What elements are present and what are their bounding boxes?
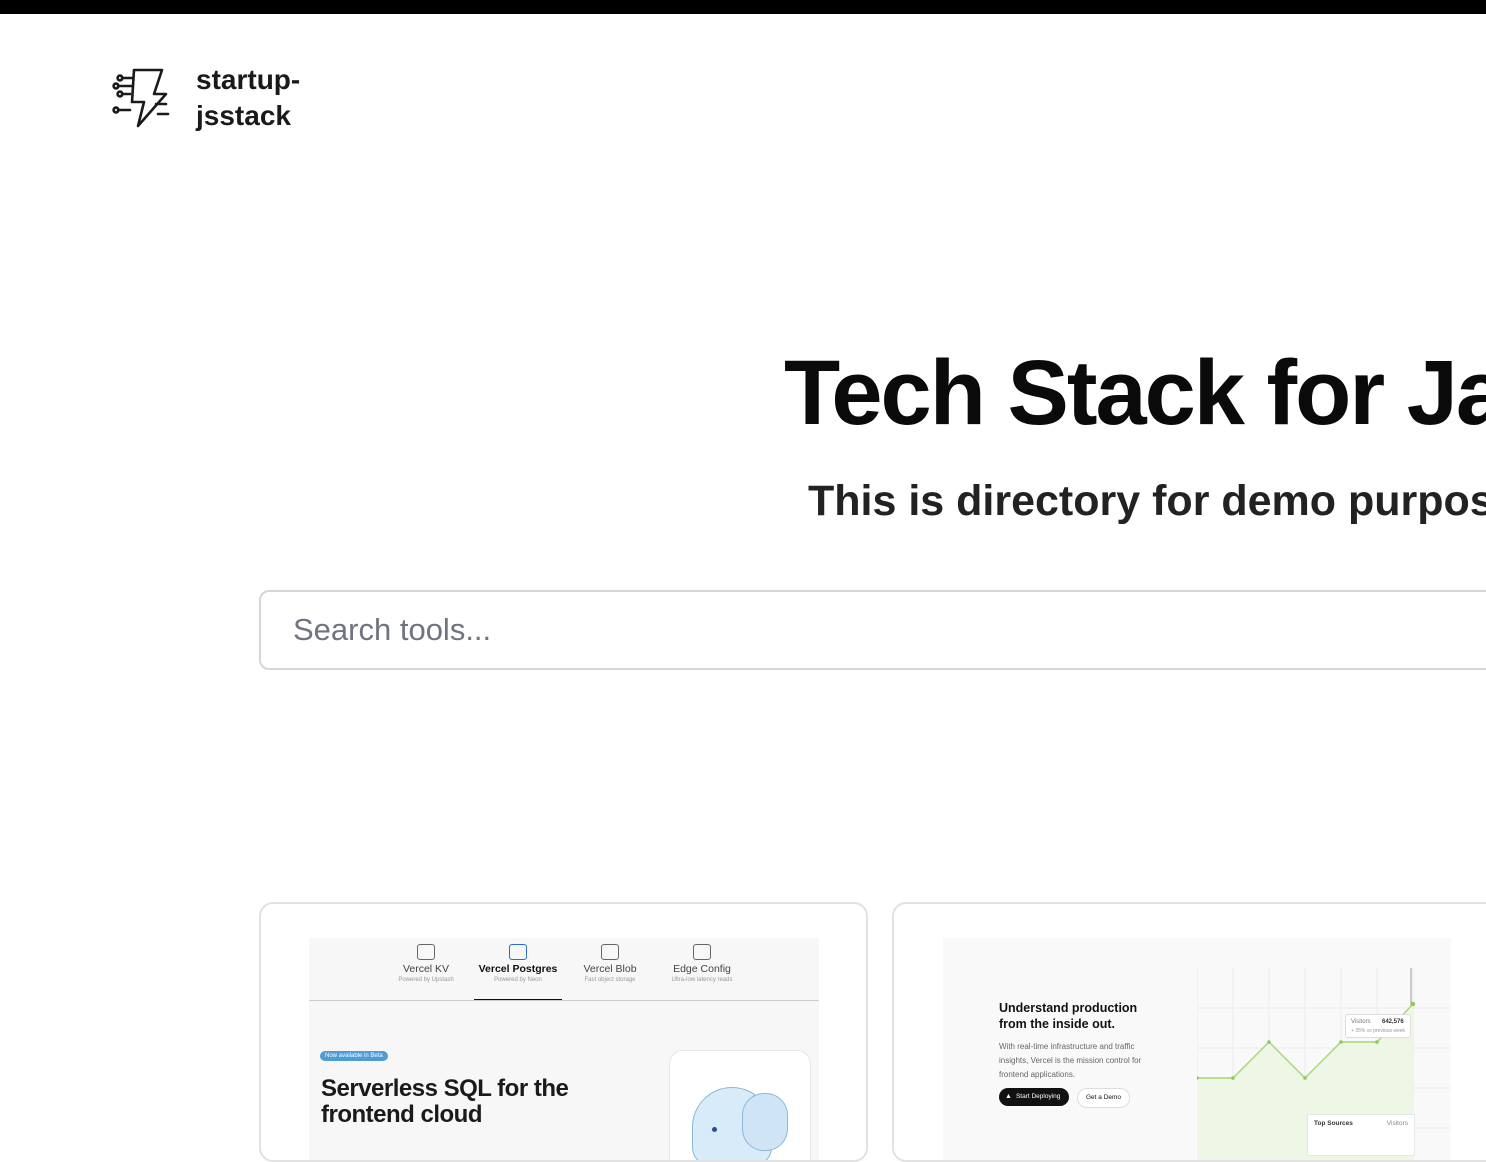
screenshot-primary-button-label: Start Deploying	[1015, 1093, 1061, 1100]
database-icon	[509, 944, 527, 960]
tooltip-caption: + 35% vs previous week	[1351, 1028, 1406, 1034]
search-input[interactable]	[259, 590, 1486, 670]
page-title: Tech Stack for Jav	[784, 342, 1486, 444]
chart-tooltip: Visitors 642,576 + 35% vs previous week	[1345, 1014, 1411, 1038]
screenshot-tab: Edge Config Ultra-low latency reads	[656, 938, 748, 1000]
tool-card[interactable]: Understand production from the inside ou…	[892, 902, 1486, 1162]
screenshot-body-text: With real-time infrastructure and traffi…	[999, 1042, 1142, 1079]
screenshot-tab-subtitle: Powered by Neon	[494, 977, 542, 983]
tooltip-value: 642,576	[1382, 1019, 1404, 1025]
screenshot-tab-label: Vercel Postgres	[478, 963, 558, 975]
tool-card[interactable]: Vercel KV Powered by Upstash Vercel Post…	[259, 902, 868, 1162]
top-sources-title: Top Sources	[1314, 1120, 1353, 1127]
brand[interactable]: startup- jsstack	[112, 62, 300, 134]
screenshot-tab-bar: Vercel KV Powered by Upstash Vercel Post…	[309, 938, 819, 1001]
screenshot-tab-label: Vercel Blob	[583, 963, 637, 975]
blob-icon	[601, 944, 619, 960]
triangle-logo-icon: ▲	[1005, 1093, 1012, 1100]
screenshot-tab: Vercel Blob Fast object storage	[564, 938, 656, 1000]
screenshot-primary-button: ▲ Start Deploying	[999, 1088, 1070, 1106]
screenshot-heading: Serverless SQL for the frontend cloud	[321, 1075, 569, 1128]
screenshot-secondary-button: Get a Demo	[1077, 1088, 1131, 1108]
screenshot-tab-subtitle: Ultra-low latency reads	[671, 977, 733, 983]
screenshot-tab-subtitle: Fast object storage	[584, 977, 636, 983]
top-sources-panel: Top Sources Visitors	[1307, 1114, 1415, 1156]
screenshot-tab-label: Vercel KV	[402, 963, 450, 975]
tool-card-screenshot: Understand production from the inside ou…	[943, 938, 1451, 1160]
postgres-elephant-icon	[669, 1050, 811, 1160]
screenshot-tab: Vercel KV Powered by Upstash	[380, 938, 472, 1000]
screenshot-tab-active: Vercel Postgres Powered by Neon	[472, 938, 564, 1000]
lightning-circuit-logo-icon	[112, 68, 170, 128]
beta-badge: Now available in Beta	[320, 1051, 388, 1061]
tool-card-screenshot: Vercel KV Powered by Upstash Vercel Post…	[309, 938, 819, 1160]
database-icon	[417, 944, 435, 960]
screenshot-heading: Understand production from the inside ou…	[999, 1001, 1138, 1031]
top-bar	[0, 0, 1486, 14]
elephant-eye	[712, 1127, 717, 1132]
screenshot-tab-label: Edge Config	[673, 963, 731, 975]
tooltip-label: Visitors	[1351, 1019, 1371, 1025]
top-sources-column: Visitors	[1386, 1120, 1408, 1127]
screenshot-tab-subtitle: Powered by Upstash	[398, 977, 454, 983]
page-subtitle: This is directory for demo purpose	[808, 477, 1486, 525]
brand-name-line-1: startup-	[196, 64, 301, 95]
elephant-ear	[742, 1093, 788, 1151]
config-icon	[693, 944, 711, 960]
brand-name: startup- jsstack	[196, 62, 300, 134]
brand-name-line-2: jsstack	[196, 100, 291, 131]
